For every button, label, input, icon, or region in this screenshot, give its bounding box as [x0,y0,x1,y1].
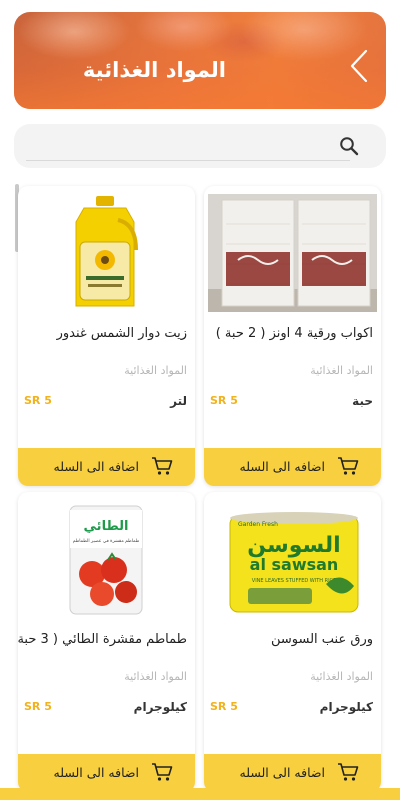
product-image-sunflower-oil [22,194,191,312]
search-input[interactable] [26,134,350,161]
product-image-paper-cups [208,194,377,312]
product-card[interactable]: الطائي طماطم مقشرة في عصير الطماطم طماطم… [18,492,195,792]
search-icon[interactable] [339,136,359,156]
product-unit: كيلوجرام [319,700,373,714]
can-subtitle: طماطم مقشرة في عصير الطماطم [73,539,140,544]
product-name: طماطم مقشرة الطائي ( 3 حبة ) [18,632,187,647]
cart-icon [152,763,173,781]
add-to-cart-label: اضافه الى السله [53,765,140,780]
add-to-cart-label: اضافه الى السله [239,765,326,780]
product-image-peeled-tomatoes-can: الطائي طماطم مقشرة في عصير الطماطم [22,500,191,618]
product-unit: حبة [352,394,373,408]
product-category: المواد الغذائية [310,364,373,377]
add-to-cart-button[interactable]: اضافه الى السله [204,448,381,486]
product-price: SR 5 [210,700,238,713]
product-card[interactable]: اكواب ورقية 4 اونز ( 2 حبة ) المواد الغذ… [204,186,381,486]
product-name: ورق عنب السوسن [270,632,373,647]
add-to-cart-label: اضافه الى السله [53,459,140,474]
product-card[interactable]: زيت دوار الشمس غندور المواد الغذائية لتر… [18,186,195,486]
can-top-label: Garden Fresh [238,521,278,528]
can-latin-brand: al sawsan [250,555,339,574]
page-title: المواد الغذائية [82,58,226,82]
add-to-cart-button[interactable]: اضافه الى السله [18,754,195,792]
product-category: المواد الغذائية [124,364,187,377]
product-category: المواد الغذائية [124,670,187,683]
product-category: المواد الغذائية [310,670,373,683]
add-to-cart-button[interactable]: اضافه الى السله [18,448,195,486]
product-name: زيت دوار الشمس غندور [56,326,187,341]
search-bar [14,124,386,168]
category-header-banner: المواد الغذائية [14,12,386,109]
can-brand: الطائي [84,519,129,534]
back-chevron-icon[interactable] [348,48,370,84]
add-to-cart-label: اضافه الى السله [239,459,326,474]
product-card[interactable]: Garden Fresh السوسن al sawsan VINE LEAVE… [204,492,381,792]
cart-icon [338,457,359,475]
cart-icon [152,457,173,475]
product-price: SR 5 [24,700,52,713]
add-to-cart-button[interactable]: اضافه الى السله [204,754,381,792]
product-price: SR 5 [210,394,238,407]
cart-icon [338,763,359,781]
product-name: اكواب ورقية 4 اونز ( 2 حبة ) [215,326,373,341]
product-unit: كيلوجرام [133,700,187,714]
product-price: SR 5 [24,394,52,407]
product-image-vine-leaves-can: Garden Fresh السوسن al sawsan VINE LEAVE… [208,500,377,618]
can-tagline: VINE LEAVES STUFFED WITH RICE [252,578,336,584]
bottom-accent-bar [0,788,400,800]
product-unit: لتر [170,394,187,408]
